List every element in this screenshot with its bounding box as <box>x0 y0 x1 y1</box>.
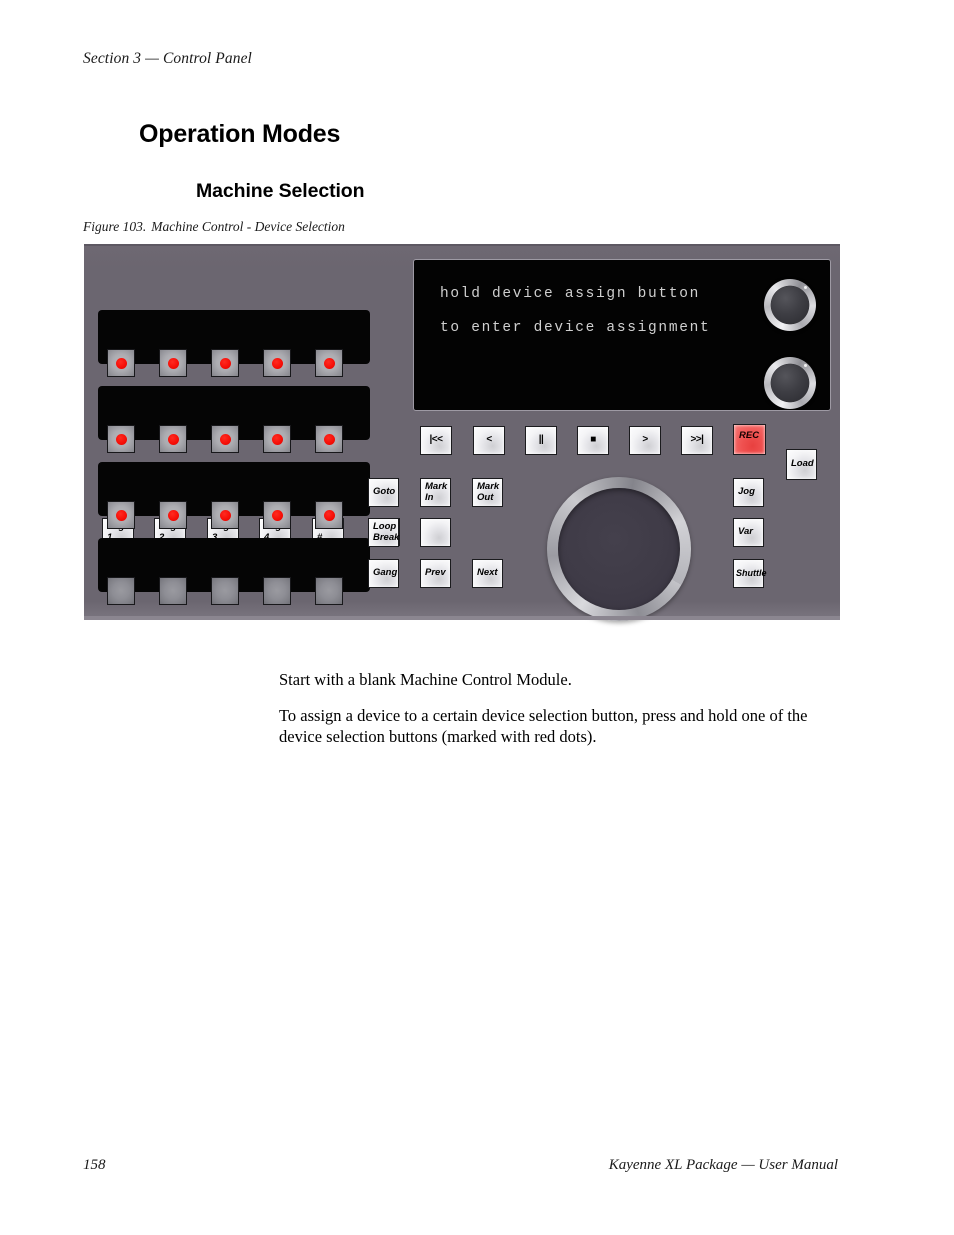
lcd-display: hold device assign button to enter devic… <box>413 259 831 411</box>
load-button[interactable]: Load <box>786 449 817 480</box>
soft-knob-lower[interactable] <box>764 357 816 409</box>
prev-button[interactable]: Prev <box>420 559 451 588</box>
footer-manual-title: Kayenne XL Package — User Manual <box>608 1157 838 1173</box>
figure-caption-text: Machine Control - Device Selection <box>151 219 345 234</box>
transport-pause-button[interactable]: || <box>525 426 557 455</box>
red-dot-icon <box>271 433 283 445</box>
body-paragraph-2: To assign a device to a certain device s… <box>279 705 808 746</box>
red-dot-icon <box>115 509 127 521</box>
device-select-button-5[interactable] <box>315 349 343 377</box>
transport-stop-button[interactable]: ■ <box>577 426 609 455</box>
red-dot-icon <box>115 433 127 445</box>
mark-out-button[interactable]: Mark Out <box>472 478 503 507</box>
soft-knob-upper[interactable] <box>764 279 816 331</box>
body-paragraph-1: Start with a blank Machine Control Modul… <box>279 669 572 689</box>
var-mode-button[interactable]: Var <box>733 518 764 547</box>
loop-break-button[interactable]: Loop Break <box>368 518 399 547</box>
machine-control-panel-figure: Page 1 Page 2 Page 3 Page 4 MF # Clip In… <box>84 244 840 621</box>
device-select-button-4[interactable] <box>263 349 291 377</box>
device-select-button-18[interactable] <box>211 577 239 605</box>
red-dot-icon <box>167 509 179 521</box>
red-dot-icon <box>323 509 335 521</box>
device-select-button-9[interactable] <box>263 425 291 453</box>
red-dot-icon <box>271 357 283 369</box>
mark-in-button[interactable]: Mark In <box>420 478 451 507</box>
device-select-button-11[interactable] <box>107 501 135 529</box>
transport-rewind-button[interactable]: < <box>473 426 505 455</box>
device-select-button-14[interactable] <box>263 501 291 529</box>
device-select-button-19[interactable] <box>263 577 291 605</box>
knob-cap <box>771 364 809 402</box>
goto-button[interactable]: Goto <box>368 478 399 507</box>
device-select-button-8[interactable] <box>211 425 239 453</box>
transport-fast-forward-button[interactable]: >>| <box>681 426 713 455</box>
lcd-line-2: to enter device assignment <box>440 320 711 336</box>
section-subheading: Machine Selection <box>196 180 365 203</box>
page-title: Operation Modes <box>139 119 341 148</box>
device-select-button-1[interactable] <box>107 349 135 377</box>
figure-caption: Figure 103. Machine Control - Device Sele… <box>83 219 345 235</box>
knob-cap <box>771 286 809 324</box>
gang-button[interactable]: Gang <box>368 559 399 588</box>
device-select-button-16[interactable] <box>107 577 135 605</box>
device-select-button-6[interactable] <box>107 425 135 453</box>
transport-rewind-to-start-button[interactable]: |<< <box>420 426 452 455</box>
jog-wheel-hub <box>558 488 680 610</box>
red-dot-icon <box>219 433 231 445</box>
figure-caption-number: Figure 103. <box>83 219 147 234</box>
red-dot-icon <box>167 433 179 445</box>
knob-indicator-dot-icon <box>804 286 807 289</box>
device-select-button-3[interactable] <box>211 349 239 377</box>
device-select-button-17[interactable] <box>159 577 187 605</box>
transport-record-button[interactable]: REC <box>733 424 766 455</box>
next-button[interactable]: Next <box>472 559 503 588</box>
footer-page-number: 158 <box>83 1157 106 1173</box>
red-dot-icon <box>219 509 231 521</box>
red-dot-icon <box>167 357 179 369</box>
device-select-button-13[interactable] <box>211 501 239 529</box>
device-select-button-15[interactable] <box>315 501 343 529</box>
red-dot-icon <box>323 357 335 369</box>
unlabeled-button[interactable] <box>420 518 451 547</box>
transport-play-button[interactable]: > <box>629 426 661 455</box>
lcd-line-1: hold device assign button <box>440 286 701 302</box>
jog-shuttle-wheel[interactable] <box>547 477 691 621</box>
running-head: Section 3 — Control Panel <box>83 50 252 67</box>
red-dot-icon <box>271 509 283 521</box>
red-dot-icon <box>219 357 231 369</box>
device-select-button-20[interactable] <box>315 577 343 605</box>
red-dot-icon <box>323 433 335 445</box>
red-dot-icon <box>115 357 127 369</box>
knob-indicator-dot-icon <box>804 364 807 367</box>
device-select-button-12[interactable] <box>159 501 187 529</box>
device-select-button-7[interactable] <box>159 425 187 453</box>
device-select-button-2[interactable] <box>159 349 187 377</box>
shuttle-mode-button[interactable]: Shuttle <box>733 559 767 588</box>
device-select-button-10[interactable] <box>315 425 343 453</box>
jog-mode-button[interactable]: Jog <box>733 478 764 507</box>
